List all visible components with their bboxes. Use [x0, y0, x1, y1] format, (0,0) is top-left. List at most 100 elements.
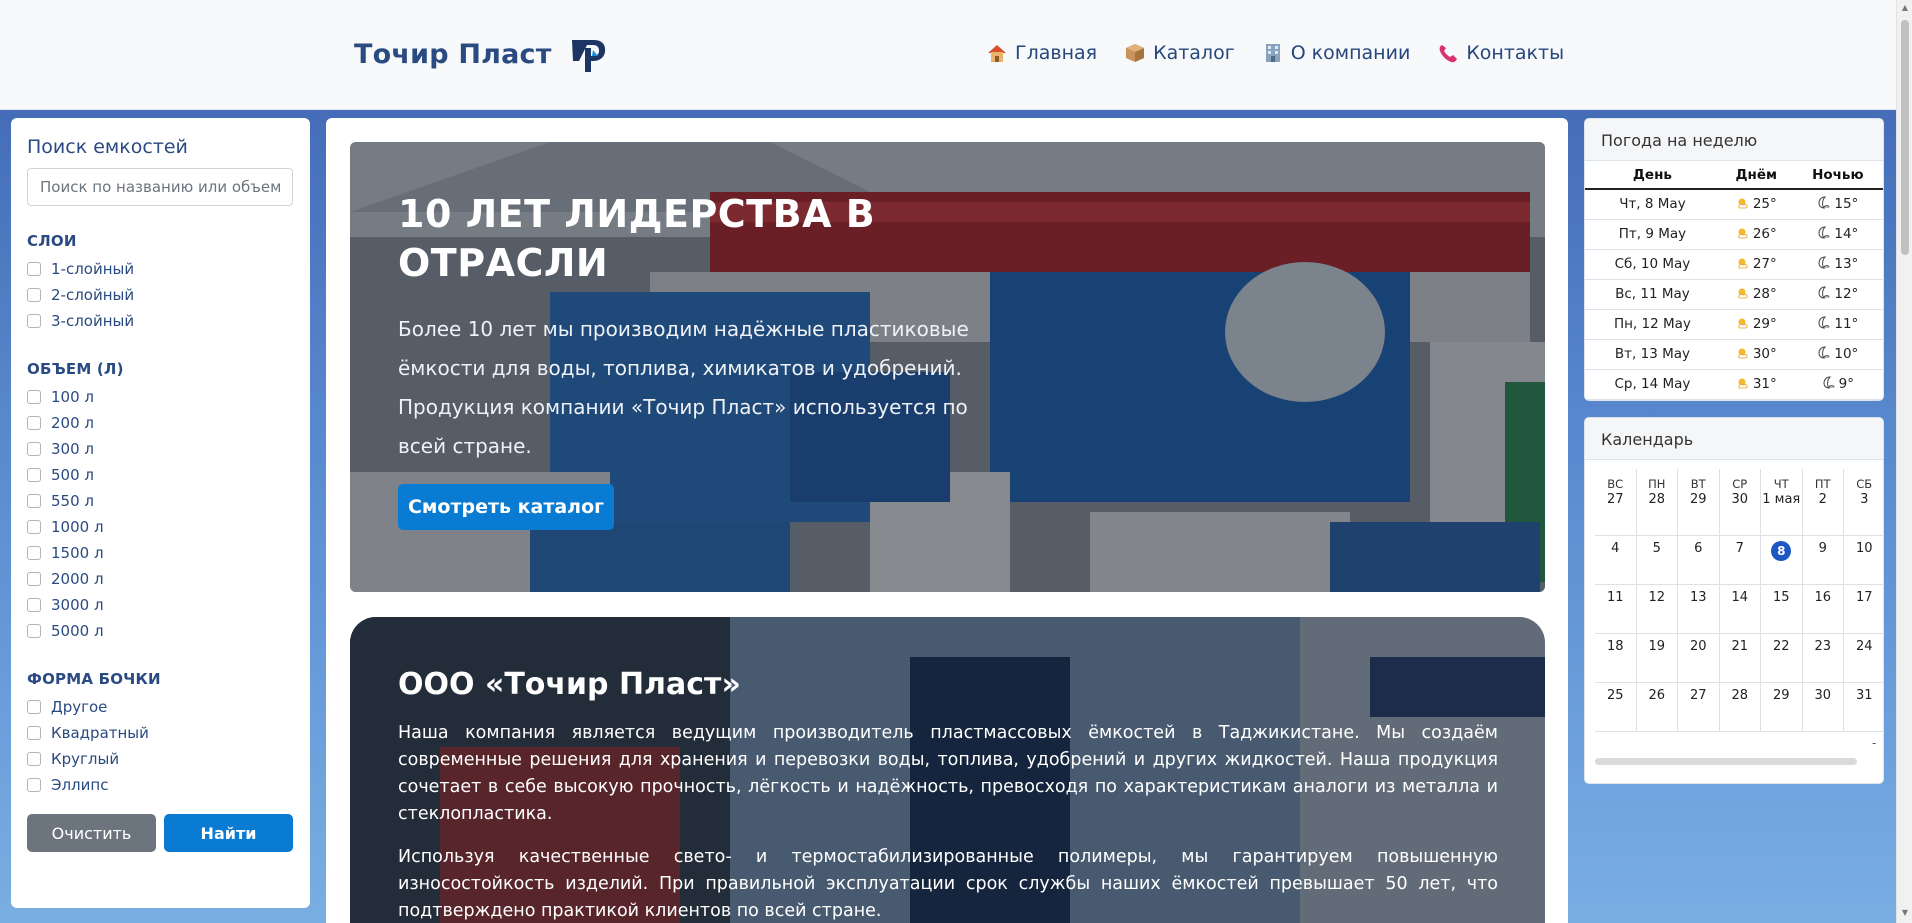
- volume-option[interactable]: 3000 л: [27, 592, 294, 618]
- sun-cloud-icon: [1738, 348, 1748, 359]
- calendar-day-cell[interactable]: 26: [1636, 683, 1678, 732]
- scrollbar-thumb[interactable]: [1901, 20, 1909, 255]
- checkbox[interactable]: [27, 442, 41, 456]
- volume-option[interactable]: 500 л: [27, 462, 294, 488]
- calendar-header-cell[interactable]: ЧТ 1 мая: [1761, 469, 1803, 536]
- checkbox[interactable]: [27, 416, 41, 430]
- nav-about[interactable]: О компании: [1262, 42, 1411, 64]
- calendar-horizontal-scrollbar[interactable]: [1595, 758, 1857, 765]
- checkbox[interactable]: [27, 726, 41, 740]
- checkbox[interactable]: [27, 752, 41, 766]
- calendar-day-cell[interactable]: 31: [1844, 683, 1883, 732]
- calendar-day-cell[interactable]: 11: [1595, 585, 1637, 634]
- scroll-down-icon[interactable]: ▼: [1901, 909, 1909, 917]
- brand-title[interactable]: Точир Пласт: [354, 39, 552, 70]
- volume-option[interactable]: 200 л: [27, 410, 294, 436]
- shape-option[interactable]: Другое: [27, 694, 294, 720]
- page-scrollbar[interactable]: ▲ ▼: [1896, 0, 1912, 923]
- calendar-day-cell[interactable]: 15: [1761, 585, 1803, 634]
- calendar-day-cell[interactable]: 22: [1761, 634, 1803, 683]
- calendar-day-cell[interactable]: 23: [1802, 634, 1844, 683]
- nav-home[interactable]: Главная: [986, 42, 1097, 64]
- calendar-day-cell[interactable]: 24: [1844, 634, 1883, 683]
- shape-option[interactable]: Эллипс: [27, 772, 294, 798]
- brand[interactable]: Точир Пласт: [354, 34, 608, 74]
- calendar-header-cell[interactable]: ВС 27: [1595, 469, 1637, 536]
- calendar-day-cell[interactable]: 17: [1844, 585, 1883, 634]
- calendar-day-cell[interactable]: 27: [1678, 683, 1720, 732]
- brand-logo-icon[interactable]: [568, 34, 608, 74]
- calendar-day-number: 13: [1689, 590, 1707, 605]
- view-catalog-button[interactable]: Смотреть каталог: [398, 484, 614, 530]
- about-paragraph: Используя качественные свето- и термоста…: [398, 847, 1498, 921]
- calendar-header-cell[interactable]: ПН 28: [1636, 469, 1678, 536]
- moon-cloud-icon: [1818, 196, 1830, 209]
- scroll-up-icon[interactable]: ▲: [1901, 4, 1909, 12]
- checkbox[interactable]: [27, 778, 41, 792]
- calendar-header-cell[interactable]: СБ 3: [1844, 469, 1883, 536]
- calendar-day-cell[interactable]: 13: [1678, 585, 1720, 634]
- checkbox[interactable]: [27, 288, 41, 302]
- checkbox[interactable]: [27, 700, 41, 714]
- moon-cloud-icon: [1818, 226, 1830, 239]
- volume-option[interactable]: 5000 л: [27, 618, 294, 644]
- weather-night-temp: 15°: [1792, 189, 1883, 220]
- calendar-day-cell[interactable]: 9: [1802, 536, 1844, 585]
- calendar-day-cell[interactable]: 28: [1719, 683, 1761, 732]
- layers-option[interactable]: 2-слойный: [27, 282, 294, 308]
- volume-option[interactable]: 1000 л: [27, 514, 294, 540]
- checkbox[interactable]: [27, 468, 41, 482]
- calendar-day-cell[interactable]: 4: [1595, 536, 1637, 585]
- layers-option[interactable]: 1-слойный: [27, 256, 294, 282]
- volume-option[interactable]: 300 л: [27, 436, 294, 462]
- shape-option[interactable]: Круглый: [27, 746, 294, 772]
- calendar-header-cell[interactable]: ВТ 29: [1678, 469, 1720, 536]
- checkbox[interactable]: [27, 390, 41, 404]
- nav-catalog[interactable]: Каталог: [1124, 42, 1235, 64]
- calendar-day-cell[interactable]: 8: [1761, 536, 1803, 585]
- layers-option[interactable]: 3-слойный: [27, 308, 294, 334]
- checkbox[interactable]: [27, 494, 41, 508]
- clear-button[interactable]: Очистить: [27, 814, 156, 852]
- checkbox[interactable]: [27, 262, 41, 276]
- option-label: 100 л: [51, 388, 94, 406]
- calendar-day-cell[interactable]: 21: [1719, 634, 1761, 683]
- calendar-day-cell[interactable]: 29: [1761, 683, 1803, 732]
- calendar-day-cell[interactable]: 30: [1802, 683, 1844, 732]
- checkbox[interactable]: [27, 314, 41, 328]
- calendar-day-cell[interactable]: 5: [1636, 536, 1678, 585]
- calendar-day-cell[interactable]: 20: [1678, 634, 1720, 683]
- calendar-day-cell[interactable]: 14: [1719, 585, 1761, 634]
- calendar-day-cell[interactable]: 16: [1802, 585, 1844, 634]
- checkbox[interactable]: [27, 520, 41, 534]
- weather-row: Чт, 8 May 25° 15°: [1585, 189, 1883, 220]
- calendar-scroll-area[interactable]: ВС 27 ПН 28 ВТ 29 СР 30 ЧТ 1 мая ПТ 2 СБ 3 4 5 6 7 8 9 10 11 1…: [1595, 469, 1883, 734]
- calendar-day-number: 18: [1606, 639, 1624, 654]
- calendar-day-cell[interactable]: 19: [1636, 634, 1678, 683]
- calendar-day-cell[interactable]: 6: [1678, 536, 1720, 585]
- option-label: 300 л: [51, 440, 94, 458]
- checkbox[interactable]: [27, 546, 41, 560]
- nav-contacts[interactable]: Контакты: [1437, 42, 1564, 64]
- volume-option[interactable]: 2000 л: [27, 566, 294, 592]
- calendar-header-cell[interactable]: СР 30: [1719, 469, 1761, 536]
- volume-option[interactable]: 1500 л: [27, 540, 294, 566]
- volume-option[interactable]: 550 л: [27, 488, 294, 514]
- night-temp-value: 14°: [1834, 226, 1859, 242]
- search-input[interactable]: [27, 168, 293, 206]
- calendar-day-cell[interactable]: 25: [1595, 683, 1637, 732]
- calendar-day-cell[interactable]: 18: [1595, 634, 1637, 683]
- volume-option[interactable]: 100 л: [27, 384, 294, 410]
- calendar-day-cell[interactable]: 10: [1844, 536, 1883, 585]
- calendar-day-cell[interactable]: 12: [1636, 585, 1678, 634]
- checkbox[interactable]: [27, 572, 41, 586]
- checkbox[interactable]: [27, 598, 41, 612]
- nav-about-label: О компании: [1290, 42, 1411, 64]
- calendar-header-cell[interactable]: ПТ 2: [1802, 469, 1844, 536]
- weather-header-day: День: [1585, 161, 1720, 190]
- shape-option[interactable]: Квадратный: [27, 720, 294, 746]
- calendar-day-cell[interactable]: 7: [1719, 536, 1761, 585]
- checkbox[interactable]: [27, 624, 41, 638]
- find-button[interactable]: Найти: [164, 814, 293, 852]
- weekday-label: ПТ: [1814, 477, 1831, 491]
